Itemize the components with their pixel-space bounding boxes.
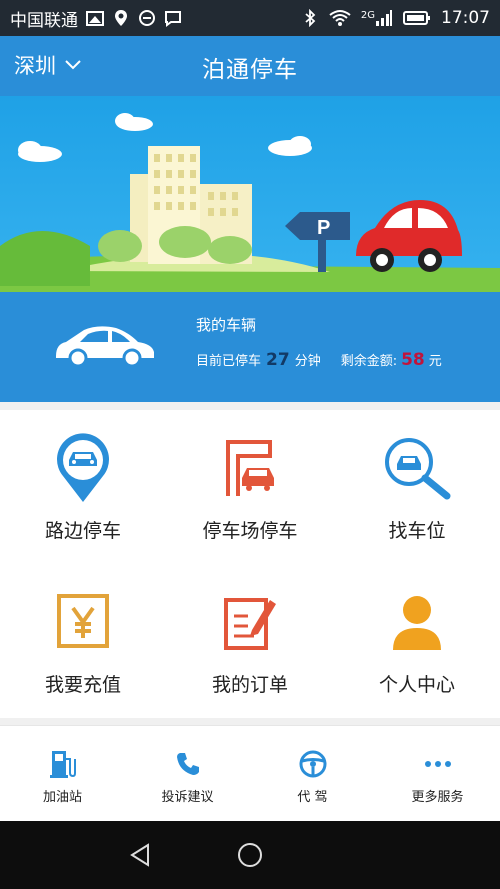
banner-illustration[interactable]: P: [0, 96, 500, 292]
white-car-icon: [56, 326, 154, 368]
find-spot-icon: [385, 438, 451, 500]
carrier-label: 中国联通: [10, 10, 78, 31]
balance-unit: 元: [428, 354, 442, 369]
balance-label: 剩余金额:: [340, 354, 398, 369]
network-type-label: 2G: [360, 10, 375, 21]
menu-label: 我的订单: [211, 674, 288, 696]
nav-complaints[interactable]: 投诉建议: [125, 726, 250, 822]
gas-station-icon: [49, 751, 76, 778]
system-nav-bar: [0, 821, 500, 889]
parking-lot-icon: [226, 440, 274, 496]
menu-orders[interactable]: 我的订单: [167, 564, 333, 718]
vehicle-title: 我的车辆: [196, 316, 257, 334]
nav-label: 代 驾: [297, 790, 328, 805]
nav-label: 更多服务: [411, 790, 464, 805]
bluetooth-icon: [305, 9, 316, 27]
page-title: 泊通停车: [202, 57, 298, 83]
parking-sign-text: P: [317, 217, 330, 239]
home-icon[interactable]: [237, 842, 263, 868]
user-center-icon: [393, 596, 441, 650]
nav-label: 投诉建议: [161, 790, 214, 805]
bottom-nav: 加油站 投诉建议 代 驾 更多服务: [0, 725, 500, 821]
nav-gas-station[interactable]: 加油站: [0, 726, 125, 822]
title-bar: 深圳 泊通停车: [0, 36, 500, 96]
nav-more-services[interactable]: 更多服务: [375, 726, 500, 822]
parked-prefix: 目前已停车: [196, 354, 262, 369]
parked-minutes: 27: [266, 350, 290, 370]
menu-user-center[interactable]: 个人中心: [334, 564, 500, 718]
chat-notification-icon: [165, 11, 181, 27]
menu-parking-lot[interactable]: 停车场停车: [167, 410, 333, 564]
steering-wheel-icon: [299, 750, 326, 778]
parked-unit: 分钟: [294, 354, 321, 369]
roadside-parking-icon: [57, 433, 109, 502]
phone-icon: [176, 753, 199, 775]
menu-recharge[interactable]: 我要充值: [0, 564, 166, 718]
menu-label: 停车场停车: [202, 520, 298, 542]
status-bar: 中国联通 2G 17:07: [0, 0, 500, 36]
app-notification-icon: [139, 10, 155, 26]
balance-value: 58: [401, 350, 425, 370]
menu-roadside-parking[interactable]: 路边停车: [0, 410, 166, 564]
nav-designated-driver[interactable]: 代 驾: [250, 726, 375, 822]
back-icon[interactable]: [128, 843, 152, 867]
signal-icon: [376, 10, 392, 26]
menu-label: 个人中心: [378, 674, 455, 696]
image-notification-icon: [86, 11, 104, 26]
menu-label: 找车位: [388, 520, 446, 542]
more-icon: [424, 761, 451, 767]
red-car-icon: [356, 200, 462, 272]
location-icon: [115, 10, 127, 26]
orders-icon: [224, 598, 276, 650]
menu-find-spot[interactable]: 找车位: [334, 410, 500, 564]
menu-label: 我要充值: [44, 674, 121, 696]
recharge-icon: [57, 594, 109, 648]
wifi-icon: [329, 10, 351, 26]
service-grid: 路边停车 停车场停车 找车位 我要充值 我的订单 个人中心: [0, 410, 500, 718]
nav-label: 加油站: [42, 790, 82, 805]
my-vehicle-panel[interactable]: 我的车辆 目前已停车 27 分钟 剩余金额: 58 元: [0, 292, 500, 402]
battery-icon: [403, 11, 430, 25]
menu-label: 路边停车: [44, 520, 121, 542]
clock-label: 17:07: [441, 8, 490, 28]
city-parking-illustration: P: [0, 113, 500, 292]
parking-status-line: 目前已停车 27 分钟 剩余金额: 58 元: [196, 350, 442, 370]
